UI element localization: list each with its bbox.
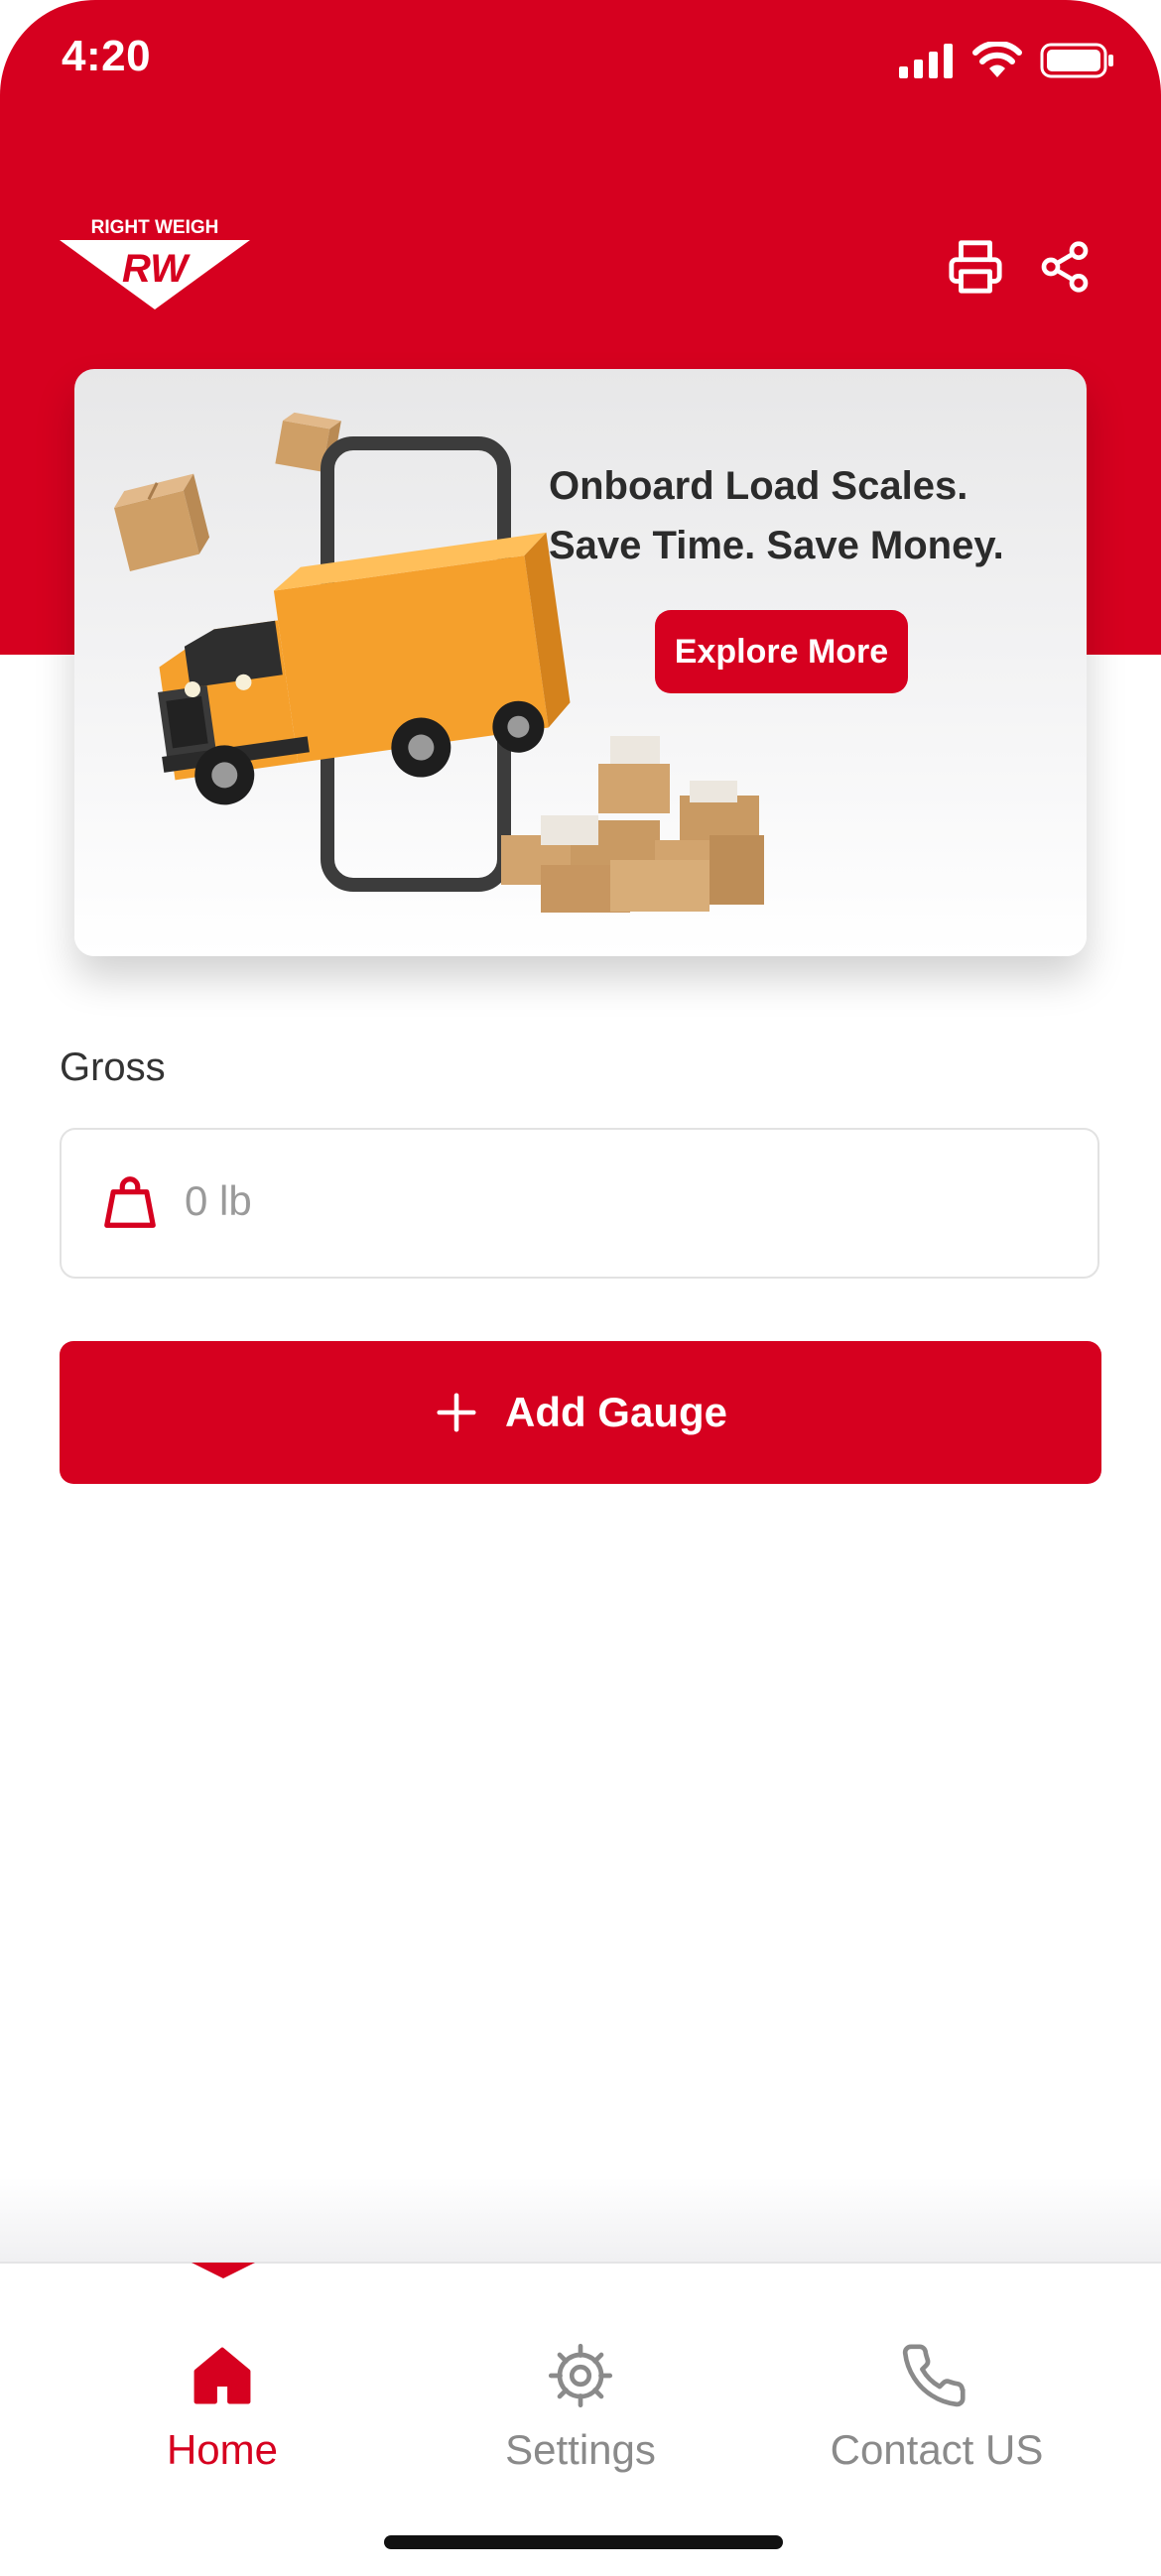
gross-weight-field[interactable]: 0 lb [60, 1128, 1099, 1279]
banner-headline-line2: Save Time. Save Money. [549, 524, 1004, 567]
promo-banner[interactable]: Onboard Load Scales. Save Time. Save Mon… [74, 369, 1087, 956]
tab-settings-label: Settings [505, 2426, 656, 2473]
home-icon [194, 2347, 251, 2404]
gross-weight-value: 0 lb [185, 1177, 252, 1224]
home-indicator [384, 2535, 783, 2549]
floating-box [113, 473, 210, 572]
gross-label: Gross [60, 1045, 166, 1089]
truck [158, 532, 571, 805]
phone-icon [902, 2344, 966, 2407]
banner-headline-line1: Onboard Load Scales. [549, 464, 968, 508]
print-button[interactable] [939, 230, 1012, 304]
tab-home-label: Home [166, 2426, 279, 2473]
battery-icon [1040, 43, 1113, 78]
tab-contact-us[interactable]: Contact US [758, 2341, 1115, 2474]
banner-headline: Onboard Load Scales. Save Time. Save Mon… [549, 456, 1075, 575]
explore-more-button[interactable]: Explore More [655, 610, 908, 693]
logo-mark: RW [122, 247, 191, 291]
tab-home[interactable]: Home [44, 2341, 401, 2474]
plus-icon [437, 1393, 476, 1432]
cellular-signal-icon [899, 44, 953, 78]
status-icons [899, 42, 1115, 79]
active-tab-indicator [192, 2263, 255, 2278]
box-pile [501, 736, 764, 913]
share-button[interactable] [1028, 230, 1101, 304]
weight-icon [104, 1176, 156, 1228]
tab-settings[interactable]: Settings [402, 2341, 759, 2474]
gear-icon [548, 2343, 613, 2408]
wifi-icon [972, 42, 1022, 77]
share-icon [1041, 241, 1089, 293]
add-gauge-button[interactable]: Add Gauge [60, 1341, 1101, 1484]
add-gauge-label: Add Gauge [504, 1389, 727, 1435]
tab-contact-us-label: Contact US [830, 2426, 1044, 2473]
status-time: 4:20 [62, 32, 152, 80]
right-weigh-logo: RIGHT WEIGH RW [58, 216, 252, 311]
logo-text: RIGHT WEIGH [91, 217, 219, 238]
nav-shadow [0, 2177, 1161, 2262]
printer-icon [949, 240, 1002, 294]
